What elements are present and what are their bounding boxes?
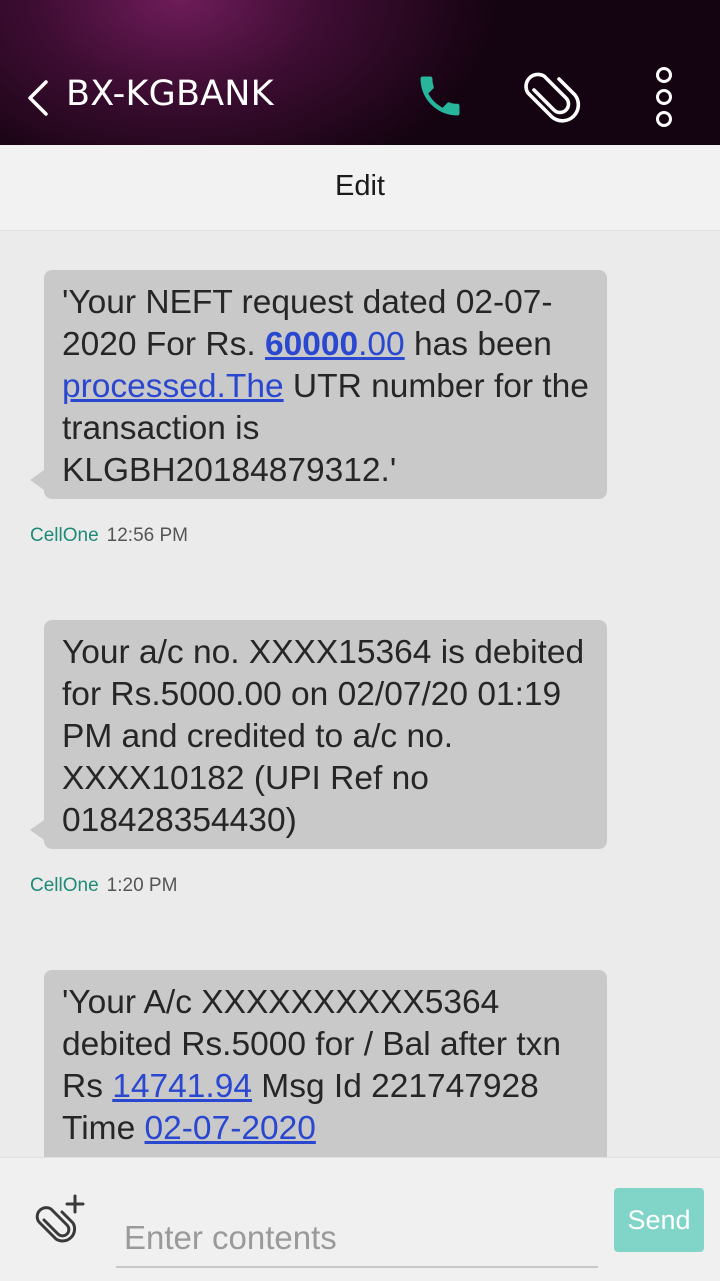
- bubble-tail: [30, 820, 44, 840]
- message-input[interactable]: [116, 1210, 598, 1268]
- edit-button[interactable]: Edit: [0, 170, 720, 203]
- attach-add-icon[interactable]: [34, 1194, 90, 1250]
- phone-icon[interactable]: [414, 70, 466, 122]
- amount-link[interactable]: 14741.94: [112, 1068, 252, 1105]
- message-bubble[interactable]: Your a/c no. XXXX15364 is debited for Rs…: [30, 620, 607, 849]
- send-button[interactable]: Send: [614, 1188, 704, 1252]
- bubble-tail: [30, 470, 44, 490]
- url-link[interactable]: processed.The: [62, 368, 284, 405]
- message-bubble[interactable]: 'Your NEFT request dated 02-07-2020 For …: [30, 270, 607, 499]
- message-time: 12:56 PM: [106, 525, 188, 546]
- message-text: Your a/c no. XXXX15364 is debited for Rs…: [62, 634, 585, 839]
- app-header: [0, 0, 720, 145]
- conversation-title: BX-KGBANK: [66, 74, 274, 114]
- date-link[interactable]: 02-07-2020: [145, 1110, 316, 1147]
- message-list[interactable]: 'Your NEFT request dated 02-07-2020 For …: [0, 231, 720, 1157]
- back-arrow-icon[interactable]: [22, 78, 62, 118]
- more-vertical-icon[interactable]: [648, 66, 680, 130]
- sim-label: CellOne: [30, 525, 99, 546]
- message-meta: CellOne 1:20 PM: [30, 875, 177, 897]
- message-bubble[interactable]: 'Your A/c XXXXXXXXXX5364 debited Rs.5000…: [44, 970, 607, 1157]
- amount-link[interactable]: 60000.00: [265, 326, 405, 363]
- sim-label: CellOne: [30, 875, 99, 896]
- message-meta: CellOne 12:56 PM: [30, 525, 188, 547]
- message-time: 1:20 PM: [106, 875, 178, 896]
- paperclip-icon[interactable]: [520, 68, 584, 128]
- message-text: has been: [404, 326, 552, 363]
